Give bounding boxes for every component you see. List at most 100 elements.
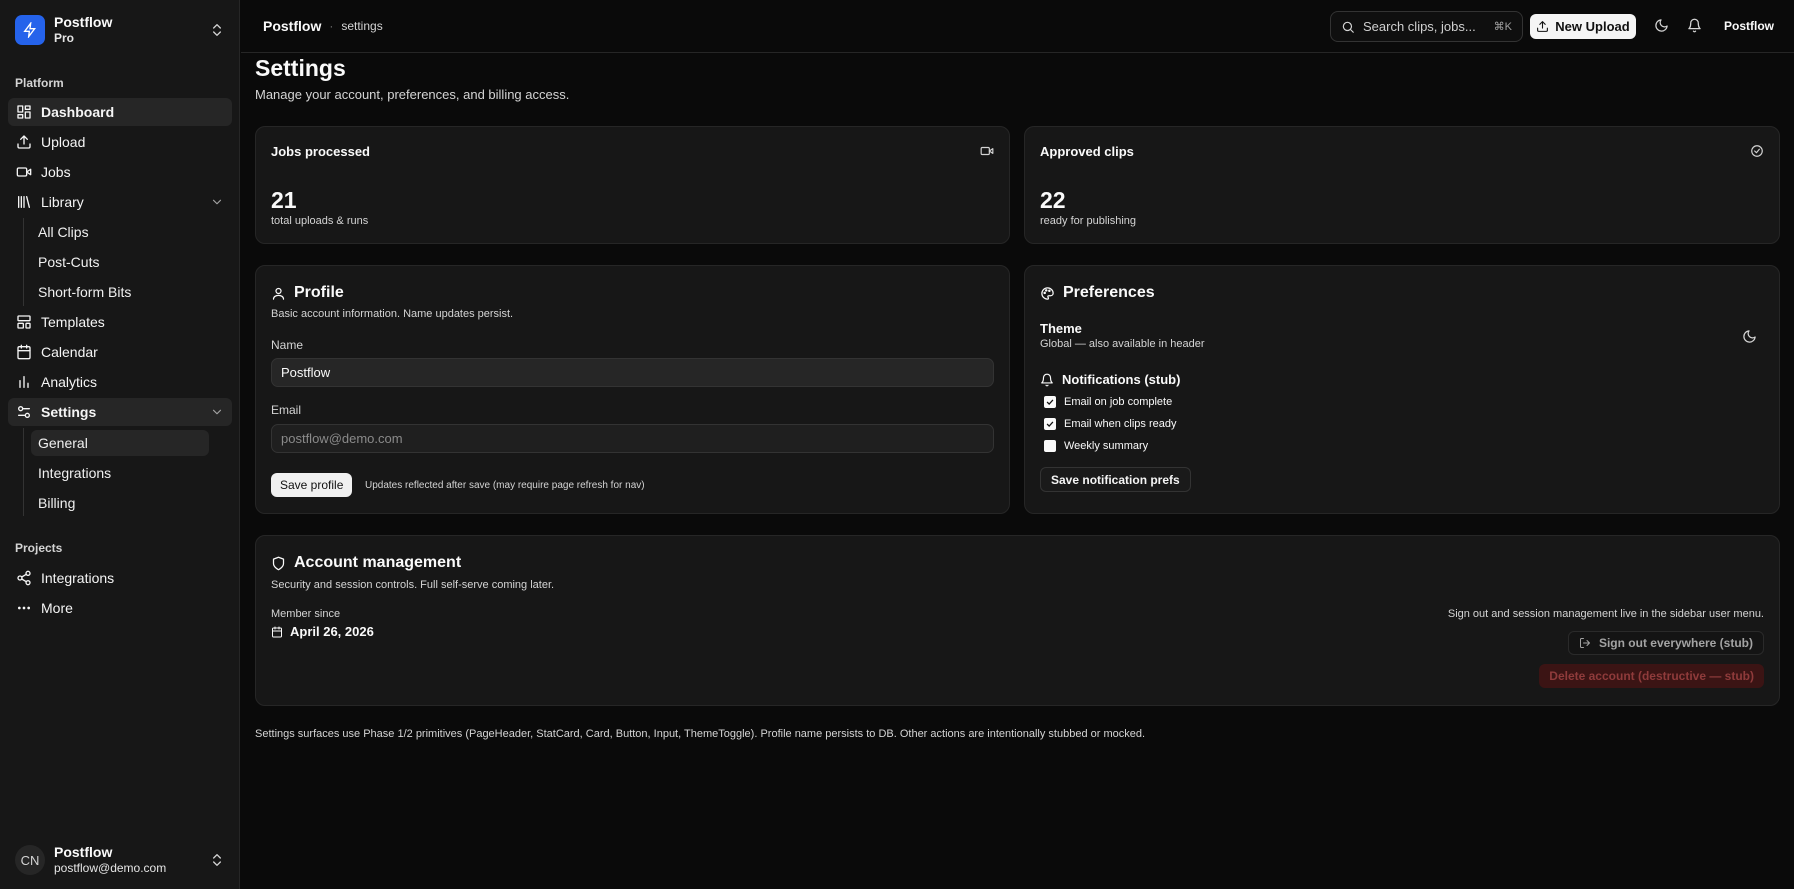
chevron-down-icon [210, 195, 224, 209]
search-placeholder: Search clips, jobs... [1363, 19, 1476, 34]
search-input[interactable]: Search clips, jobs... ⌘K [1330, 11, 1523, 42]
page-title: Settings [255, 55, 346, 81]
sidebar-subitem-post-cuts[interactable]: Post-Cuts [31, 249, 209, 275]
sidebar-item-label: Calendar [41, 344, 98, 360]
user-name: Postflow [54, 843, 113, 860]
profile-card: Profile Basic account information. Name … [255, 265, 1010, 514]
org-name: Postflow [54, 14, 113, 31]
sidebar-item-templates[interactable]: Templates [8, 308, 232, 336]
sidebar-subitem-all-clips[interactable]: All Clips [31, 219, 209, 245]
chevrons-up-down-icon [209, 852, 225, 868]
new-upload-label: New Upload [1555, 19, 1630, 34]
stat-sub: ready for publishing [1040, 215, 1137, 227]
search-shortcut: ⌘K [1493, 21, 1512, 33]
sidebar-subitem-billing[interactable]: Billing [31, 490, 209, 516]
projects-label: Projects [15, 541, 63, 555]
sidebar-item-label: Jobs [41, 164, 71, 180]
user-menu[interactable]: CN Postflow postflow@demo.com [8, 838, 232, 882]
top-header: Postflow · settings Search clips, jobs..… [241, 0, 1794, 53]
name-field[interactable] [271, 358, 994, 387]
sidebar-subitem-short-form-bits[interactable]: Short-form Bits [31, 279, 209, 305]
bell-icon[interactable] [1687, 18, 1702, 33]
new-upload-button[interactable]: New Upload [1530, 14, 1636, 39]
sidebar-item-label: Integrations [41, 570, 115, 586]
checkbox-label: Email on job complete [1064, 396, 1173, 408]
org-switcher[interactable]: Postflow Pro [8, 9, 232, 51]
bolt-icon [15, 15, 45, 45]
breadcrumb-app[interactable]: Postflow [263, 18, 321, 34]
sidebar-item-more[interactable]: More [8, 594, 232, 622]
preferences-card: Preferences Theme Global — also availabl… [1024, 265, 1780, 514]
account-title: Account management [294, 554, 462, 571]
sidebar-item-label: Library [41, 194, 84, 210]
sidebar-item-project-integrations[interactable]: Integrations [8, 564, 232, 592]
account-card: Account management Security and session … [255, 535, 1780, 706]
breadcrumb: Postflow · settings [263, 18, 383, 34]
upload-icon [1536, 20, 1549, 33]
sidebar-subitem-integrations[interactable]: Integrations [31, 460, 209, 486]
sidebar-item-label: Dashboard [41, 104, 115, 120]
stat-sub: total uploads & runs [271, 215, 369, 227]
palette-icon [1040, 286, 1055, 301]
calendar-icon [16, 344, 32, 360]
sidebar-item-calendar[interactable]: Calendar [8, 338, 232, 366]
sidebar-item-label: Upload [41, 134, 86, 150]
library-icon [16, 194, 32, 210]
checkbox-checked[interactable] [1044, 396, 1056, 408]
header-user[interactable]: Postflow [1724, 19, 1774, 33]
stat-label: Jobs processed [271, 144, 370, 159]
save-notification-prefs-button[interactable]: Save notification prefs [1040, 467, 1191, 492]
profile-title: Profile [294, 284, 344, 301]
more-horizontal-icon [16, 600, 32, 616]
save-profile-button[interactable]: Save profile [271, 473, 353, 497]
sidebar-item-label: Settings [41, 404, 97, 420]
preferences-title: Preferences [1063, 284, 1155, 301]
notifications-title: Notifications (stub) [1062, 372, 1181, 387]
page-subtitle: Manage your account, preferences, and bi… [255, 87, 570, 102]
email-field[interactable] [271, 424, 994, 453]
name-label: Name [271, 338, 304, 352]
member-since-date: April 26, 2026 [290, 624, 374, 639]
save-hint: Updates reflected after save (may requir… [365, 480, 645, 491]
delete-account-button[interactable]: Delete account (destructive — stub) [1539, 664, 1764, 688]
bell-icon [1040, 373, 1054, 387]
video-icon [16, 164, 32, 180]
sidebar-subitem-general[interactable]: General [31, 430, 209, 456]
sidebar-item-library[interactable]: Library [8, 188, 232, 216]
session-note: Sign out and session management live in … [1447, 608, 1764, 620]
log-out-icon [1579, 637, 1591, 649]
stat-value: 22 [1040, 187, 1066, 213]
check-circle-icon [1750, 144, 1764, 158]
submenu-line [23, 428, 24, 516]
chevron-down-icon [210, 405, 224, 419]
sign-out-everywhere-button[interactable]: Sign out everywhere (stub) [1567, 631, 1764, 655]
stat-card-jobs: Jobs processed 21 total uploads & runs [255, 126, 1010, 244]
user-icon [271, 286, 286, 301]
moon-icon[interactable] [1742, 329, 1757, 344]
avatar: CN [15, 845, 45, 875]
checkbox-label: Weekly summary [1064, 440, 1149, 452]
checkbox-unchecked[interactable] [1044, 440, 1056, 452]
sidebar-item-dashboard[interactable]: Dashboard [8, 98, 232, 126]
bar-chart-icon [16, 374, 32, 390]
calendar-icon [271, 626, 283, 638]
sidebar-item-analytics[interactable]: Analytics [8, 368, 232, 396]
check-clips-ready[interactable]: Email when clips ready [1044, 418, 1177, 430]
upload-icon [16, 134, 32, 150]
email-label: Email [271, 403, 302, 417]
stat-card-approved: Approved clips 22 ready for publishing [1024, 126, 1780, 244]
org-plan: Pro [54, 31, 75, 46]
settings-sliders-icon [16, 404, 32, 420]
check-weekly-summary[interactable]: Weekly summary [1044, 440, 1148, 452]
check-job-complete[interactable]: Email on job complete [1044, 396, 1172, 408]
theme-sub: Global — also available in header [1040, 338, 1205, 350]
submenu-line [23, 218, 24, 306]
sidebar-item-jobs[interactable]: Jobs [8, 158, 232, 186]
checkbox-checked[interactable] [1044, 418, 1056, 430]
sidebar: Postflow Pro Platform Dashboard Upload J… [0, 0, 240, 889]
video-icon [980, 144, 994, 158]
sidebar-item-settings[interactable]: Settings [8, 398, 232, 426]
checkbox-label: Email when clips ready [1064, 418, 1177, 430]
moon-icon[interactable] [1654, 18, 1669, 33]
sidebar-item-upload[interactable]: Upload [8, 128, 232, 156]
